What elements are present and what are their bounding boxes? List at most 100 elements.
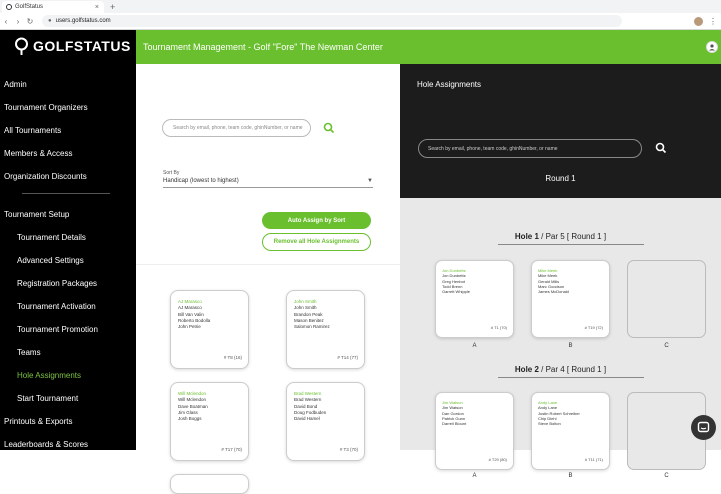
sidebar-item-hole-assignments[interactable]: Hole Assignments (17, 371, 81, 380)
search-icon[interactable] (323, 122, 335, 134)
address-bar-row: ‹ › ↻ ● users.golfstatus.com ⋮ (0, 13, 721, 29)
hole-divider (498, 244, 644, 245)
logo[interactable]: GOLFSTATUS (0, 30, 136, 62)
team-member: James McDonald (538, 289, 569, 295)
favicon-icon (6, 4, 12, 10)
tab-title: GolfStatus (15, 4, 44, 10)
team-member: Jim Watson (442, 405, 463, 411)
round-label: Round 1 (545, 174, 576, 183)
sidebar-item-tournament-setup[interactable]: Tournament Setup (4, 210, 69, 219)
team-member: Garrett Whipple (442, 289, 471, 295)
panel-title: Hole Assignments (417, 80, 482, 89)
sort-select-value: Handicap (lowest to highest) (163, 178, 239, 184)
teams-panel: Search by email, phone, team code, ghinN… (136, 64, 400, 494)
team-code: # T1 (70) (490, 325, 507, 330)
chat-icon (697, 421, 710, 433)
location-pin-icon (15, 37, 28, 55)
sidebar-item-leaderboards-scores[interactable]: Leaderboards & Scores (4, 440, 88, 449)
user-icon (709, 44, 715, 51)
hole-slot-card[interactable]: Mike Meek Mike Meek Gerald Mills Marc Go… (531, 260, 610, 338)
sidebar-item-tournament-activation[interactable]: Tournament Activation (17, 302, 96, 311)
slot-label: B (568, 343, 573, 349)
team-member: David Hamel (294, 416, 320, 422)
browser-menu-icon[interactable]: ⋮ (709, 17, 717, 26)
hole-number: Hole 2 (514, 365, 539, 374)
hole-slot-card[interactable]: Jim Watson Jim Watson Dan Gordon Patrick… (435, 392, 514, 470)
hole-detail: / Par 4 [ Round 1 ] (538, 365, 607, 374)
hole-number: Hole 1 (514, 232, 539, 241)
auto-assign-button[interactable]: Auto Assign by Sort (262, 212, 371, 229)
address-bar[interactable]: ● users.golfstatus.com (42, 15, 622, 27)
team-members: Andy Lane Andy Lane Justin Robert Schrei… (538, 400, 580, 426)
hole-assignments-header: Hole Assignments Search by email, phone,… (400, 64, 721, 198)
team-code: # T29 (80) (488, 457, 507, 462)
team-members: AJ Marasco AJ Marasco Bill Van Valin Rob… (178, 299, 210, 330)
reload-icon[interactable]: ↻ (24, 17, 36, 26)
team-code: # T8 (16) (223, 355, 242, 360)
hole-slot-card[interactable]: Andy Lane Andy Lane Justin Robert Schrei… (531, 392, 610, 470)
team-card[interactable]: Will Mclendon Will Mclendon Dave Boatman… (170, 382, 249, 461)
sidebar-item-organization-discounts[interactable]: Organization Discounts (4, 172, 87, 181)
sidebar-item-tournament-organizers[interactable]: Tournament Organizers (4, 103, 88, 112)
chat-launcher-button[interactable] (691, 415, 716, 440)
team-member: Salomon Ramirez (294, 324, 330, 330)
team-member: John Petrie (178, 324, 201, 330)
sidebar: GOLFSTATUS Admin Tournament Organizers A… (0, 30, 136, 450)
slot-label: C (664, 473, 669, 479)
team-code: # T19 (72) (584, 325, 603, 330)
sort-by-label: Sort By (163, 170, 180, 176)
forward-icon[interactable]: › (12, 17, 24, 26)
team-card[interactable]: AJ Marasco AJ Marasco Bill Van Valin Rob… (170, 290, 249, 369)
search-icon[interactable] (655, 142, 667, 154)
sidebar-item-start-tournament[interactable]: Start Tournament (17, 394, 78, 403)
page-header: Tournament Management - Golf "Fore" The … (136, 30, 721, 64)
user-avatar[interactable] (706, 41, 718, 53)
browser-chrome: GolfStatus × + ‹ › ↻ ● users.golfstatus.… (0, 0, 721, 30)
sidebar-item-admin[interactable]: Admin (4, 80, 27, 89)
hole-assignments-panel: Hole Assignments Search by email, phone,… (400, 64, 721, 479)
back-icon[interactable]: ‹ (0, 17, 12, 26)
new-tab-button[interactable]: + (110, 1, 115, 13)
profile-avatar[interactable] (694, 16, 703, 26)
sidebar-item-teams[interactable]: Teams (17, 348, 41, 357)
sidebar-item-tournament-details[interactable]: Tournament Details (17, 233, 86, 242)
team-code: # T11 (71) (584, 457, 603, 462)
slot-label: A (472, 473, 477, 479)
team-member: Josh Boggs (178, 416, 202, 422)
sort-select[interactable]: Handicap (lowest to highest) ▼ (163, 178, 373, 188)
chevron-down-icon: ▼ (367, 178, 373, 184)
hole-slot-empty[interactable] (627, 260, 706, 338)
sidebar-item-printouts-exports[interactable]: Printouts & Exports (4, 417, 72, 426)
hole-title: Hole 1 / Par 5 [ Round 1 ] (400, 232, 721, 241)
tab-bar: GolfStatus × + (0, 0, 721, 13)
sidebar-item-advanced-settings[interactable]: Advanced Settings (17, 256, 84, 265)
slot-label: C (664, 343, 669, 349)
hole-slot-card[interactable]: Jon Dunbetts Jon Dunbetts Greg Henbot To… (435, 260, 514, 338)
hole-search-input[interactable]: Search by email, phone, team code, ghinN… (418, 139, 642, 158)
team-members: Will Mclendon Will Mclendon Dave Boatman… (178, 391, 208, 422)
sidebar-item-tournament-promotion[interactable]: Tournament Promotion (17, 325, 98, 334)
team-member: Steve Bolton (538, 421, 561, 427)
team-card[interactable]: Brad Western Brad Western David Bond Dou… (286, 382, 365, 461)
app: GOLFSTATUS Admin Tournament Organizers A… (0, 30, 721, 494)
url-text: users.golfstatus.com (55, 18, 111, 24)
page-title: Tournament Management - Golf "Fore" The … (143, 42, 383, 52)
team-members: Jim Watson Jim Watson Dan Gordon Patrick… (442, 400, 466, 426)
team-members: Mike Meek Mike Meek Gerald Mills Marc Go… (538, 268, 569, 294)
sidebar-item-all-tournaments[interactable]: All Tournaments (4, 126, 61, 135)
sidebar-item-registration-packages[interactable]: Registration Packages (17, 279, 97, 288)
team-member: Dave Boatman (178, 403, 208, 409)
team-members: Brad Western Brad Western David Bond Dou… (294, 391, 326, 422)
slot-label: B (568, 473, 573, 479)
team-card[interactable] (170, 474, 249, 494)
team-search-input[interactable]: Search by email, phone, team code, ghinN… (162, 119, 311, 137)
remove-all-assignments-button[interactable]: Remove all Hole Assignments (262, 233, 371, 251)
browser-tab[interactable]: GolfStatus × (2, 1, 104, 13)
team-card[interactable]: John Smith John Smith Brandon Peak Mason… (286, 290, 365, 369)
brand-name: GOLFSTATUS (33, 38, 131, 54)
close-tab-icon[interactable]: × (95, 4, 99, 11)
team-members: Jon Dunbetts Jon Dunbetts Greg Henbot To… (442, 268, 470, 294)
team-member: Will Mclendon (178, 397, 207, 403)
sidebar-divider (22, 193, 110, 194)
sidebar-item-members-access[interactable]: Members & Access (4, 149, 72, 158)
